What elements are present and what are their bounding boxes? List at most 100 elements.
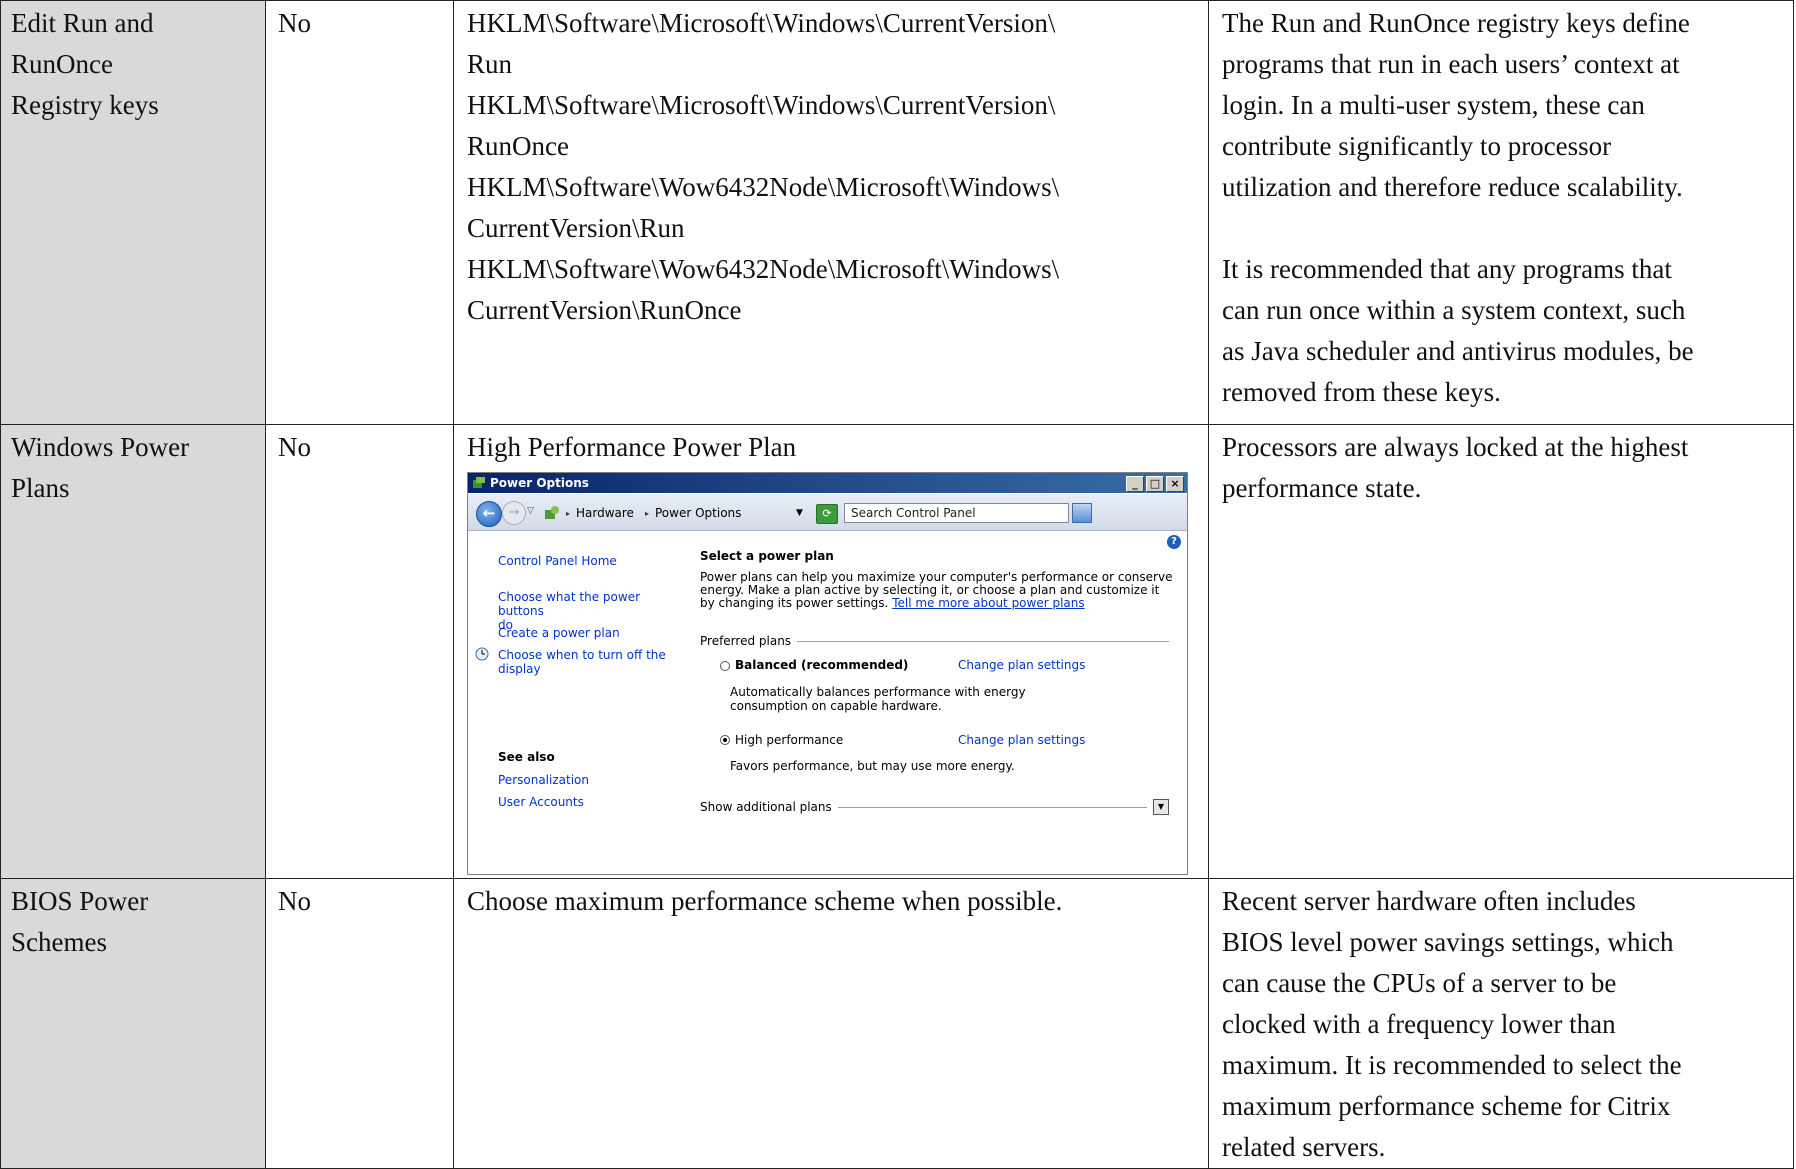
window-controls: _ □ × [1124,476,1184,496]
address-bar: ← → ▽ ▸ Hardware ▸ Power Options ▼ ⟳ Sea… [468,494,1187,531]
address-dropdown-icon[interactable]: ▼ [796,506,803,521]
search-input[interactable]: Search Control Panel [844,503,1069,523]
description-line: The Run and RunOnce registry keys define [1222,8,1690,38]
plan-description-line: Favors performance, but may use more ene… [730,759,1015,773]
balanced-radio[interactable] [720,661,730,671]
setting-name-line: RunOnce [11,49,113,79]
registry-paths-cell: HKLM\Software\Microsoft\Windows\CurrentV… [453,0,1209,425]
description-line: programs that run in each users’ context… [1222,49,1680,79]
description-line: It is recommended that any programs that [1222,254,1672,284]
description-line: BIOS level power savings settings, which [1222,927,1674,957]
description-paragraph: It is recommended that any programs that… [1222,249,1785,413]
history-dropdown-icon[interactable]: ▽ [527,504,534,519]
description-line: related servers. [1222,1132,1386,1162]
breadcrumb-separator-icon: ▸ [645,509,650,518]
power-options-window: Power Options _ □ × ← → ▽ ▸ Hardware ▸ P… [467,472,1188,875]
link-line: Choose what the power buttons [498,590,641,618]
change-plan-settings-link[interactable]: Change plan settings [958,733,1085,748]
table-row-bios-power: BIOS Power Schemes No Choose maximum per… [0,878,1794,1169]
window-title-bar: Power Options _ □ × [468,473,1187,493]
link-line: Choose when to turn off the [498,648,666,662]
registry-path-line: CurrentVersion\Run [467,213,685,243]
breadcrumb[interactable]: ▸ Hardware ▸ Power Options [540,502,820,524]
search-icon[interactable] [1072,503,1092,523]
setting-name-line: Plans [11,473,70,503]
description-line: Processors are always locked at the high… [1222,432,1689,462]
default-value-cell: No [265,424,454,879]
bios-setting-cell: Choose maximum performance scheme when p… [453,878,1209,1169]
main-pane: Select a power plan Power plans can help… [700,531,1179,874]
close-icon[interactable]: × [1166,476,1184,492]
description-paragraph: The Run and RunOnce registry keys define… [1222,3,1785,208]
forward-arrow-icon[interactable]: → [502,501,526,525]
change-plan-settings-link[interactable]: Change plan settings [958,658,1085,673]
turn-off-display-link[interactable]: Choose when to turn off the display [498,648,666,676]
settings-table: Edit Run and RunOnce Registry keys No HK… [0,0,1794,1169]
table-row-power-plans: Windows Power Plans No High Performance … [0,424,1794,879]
default-value-cell: No [265,0,454,425]
select-plan-title: Select a power plan [700,549,834,563]
default-value: No [278,886,311,916]
learn-more-link[interactable]: Tell me more about power plans [892,596,1084,610]
registry-path-line: RunOnce [467,131,569,161]
registry-path-line: CurrentVersion\RunOnce [467,295,742,325]
refresh-icon[interactable]: ⟳ [816,504,838,524]
description-cell: The Run and RunOnce registry keys define… [1208,0,1794,425]
plan-name: Balanced (recommended) [735,658,909,672]
back-arrow-icon[interactable]: ← [476,501,502,527]
description-line: removed from these keys. [1222,377,1501,407]
create-power-plan-link[interactable]: Create a power plan [498,626,620,640]
description-line: login. In a multi-user system, these can [1222,90,1645,120]
additional-plans-label: Show additional plans [700,800,838,815]
description-line: utilization and therefore reduce scalabi… [1222,172,1683,202]
description-line: Recent server hardware often includes [1222,886,1636,916]
bios-setting-text: Choose maximum performance scheme when p… [467,886,1063,916]
breadcrumb-item[interactable]: Power Options [655,506,741,521]
preferred-plans-label: Preferred plans [700,634,798,649]
power-options-icon [473,477,485,488]
control-panel-icon [545,506,559,519]
description-line: performance state. [1222,473,1422,503]
setting-name-line: BIOS Power [11,886,149,916]
default-value-cell: No [265,878,454,1169]
breadcrumb-separator-icon: ▸ [566,509,571,518]
clock-icon [475,647,489,661]
plan-name: High performance [735,733,844,747]
description-line: can cause the CPUs of a server to be [1222,968,1617,998]
breadcrumb-item[interactable]: Hardware [576,506,634,521]
description-line: maximum performance scheme for Citrix [1222,1091,1671,1121]
registry-path-line: Run [467,49,513,79]
minimize-icon[interactable]: _ [1126,476,1144,492]
registry-path-line: HKLM\Software\Microsoft\Windows\CurrentV… [467,90,1056,120]
description-line: maximum. It is recommended to select the [1222,1050,1682,1080]
description-cell: Recent server hardware often includes BI… [1208,878,1794,1169]
description-line: contribute significantly to processor [1222,131,1612,161]
default-value: No [278,8,311,38]
description-line: clocked with a frequency lower than [1222,1009,1616,1039]
setting-name-cell: Edit Run and RunOnce Registry keys [0,0,266,425]
plan-description-line: Automatically balances performance with … [730,685,1026,699]
plan-description: Favors performance, but may use more ene… [730,759,1030,773]
registry-path-line: HKLM\Software\Microsoft\Windows\CurrentV… [467,8,1056,38]
link-line: display [498,662,541,676]
user-accounts-link[interactable]: User Accounts [498,795,584,809]
control-panel-home-link[interactable]: Control Panel Home [498,554,617,568]
setting-name-line: Schemes [11,927,107,957]
setting-name-line: Registry keys [11,90,159,120]
chevron-down-icon[interactable]: ▼ [1153,799,1169,815]
plan-description-line: consumption on capable hardware. [730,699,942,713]
window-title: Power Options [490,476,589,490]
maximize-icon[interactable]: □ [1146,476,1164,492]
setting-name-line: Windows Power [11,432,190,462]
setting-name-cell: Windows Power Plans [0,424,266,879]
intro-line: by changing its power settings. [700,596,893,610]
personalization-link[interactable]: Personalization [498,773,589,787]
plan-description: Automatically balances performance with … [730,685,1030,713]
registry-path-line: HKLM\Software\Wow6432Node\Microsoft\Wind… [467,172,1060,202]
table-row-run-keys: Edit Run and RunOnce Registry keys No HK… [0,0,1794,425]
setting-name-cell: BIOS Power Schemes [0,878,266,1169]
power-plan-title: High Performance Power Plan [467,432,797,462]
high-performance-radio[interactable] [720,735,730,745]
description-line: can run once within a system context, su… [1222,295,1686,325]
registry-path-line: HKLM\Software\Wow6432Node\Microsoft\Wind… [467,254,1060,284]
